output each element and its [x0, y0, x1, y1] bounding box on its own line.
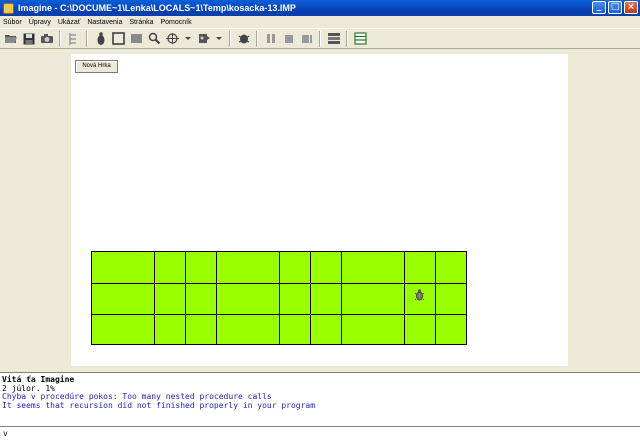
toolbar-separator: [86, 30, 88, 47]
board-row-line: [92, 283, 466, 284]
paint-tool-icon[interactable]: [195, 30, 212, 47]
toolbar-separator: [346, 30, 348, 47]
menu-help[interactable]: Pomocník: [158, 19, 196, 26]
command-input[interactable]: v: [0, 426, 640, 443]
pause-icon[interactable]: [262, 30, 279, 47]
console-error-line: It seems that recursion did not finished…: [2, 400, 316, 410]
console-line: Vitá ťa Imagine: [2, 375, 75, 384]
board-column-line: [435, 252, 436, 344]
turtle-icon[interactable]: [415, 289, 424, 301]
toolbar-separator: [229, 30, 231, 47]
camera-icon[interactable]: [38, 30, 55, 47]
open-folder-icon[interactable]: [2, 30, 19, 47]
board-column-line: [310, 252, 311, 344]
debug-icon[interactable]: [235, 30, 252, 47]
title-bar[interactable]: Imagine - C:\DOCUME~1\Lenka\LOCALS~1\Tem…: [0, 0, 640, 16]
menu-edit[interactable]: Úpravy: [26, 19, 55, 26]
turtle-tool-icon[interactable]: [92, 30, 109, 47]
grid-icon[interactable]: [352, 30, 369, 47]
board-column-line: [154, 252, 155, 344]
close-button[interactable]: ×: [624, 1, 638, 14]
minimize-button[interactable]: _: [592, 1, 606, 14]
stop-icon[interactable]: [280, 30, 297, 47]
app-icon: [3, 2, 14, 14]
chevron-down-icon[interactable]: [182, 30, 194, 47]
maximize-button[interactable]: □: [608, 1, 622, 14]
menu-page[interactable]: Stránka: [126, 19, 157, 26]
layers-icon[interactable]: [325, 30, 342, 47]
new-page-button[interactable]: Nová Hrka: [75, 60, 118, 73]
board-column-line: [404, 252, 405, 344]
window-controls: _ □ ×: [592, 1, 638, 14]
board-column-line: [216, 252, 217, 344]
rectangle-tool-icon[interactable]: [128, 30, 145, 47]
frame-tool-icon[interactable]: [110, 30, 127, 47]
board-column-line: [185, 252, 186, 344]
compass-tool-icon[interactable]: [164, 30, 181, 47]
imagine-window: Imagine - C:\DOCUME~1\Lenka\LOCALS~1\Tem…: [0, 0, 640, 443]
window-title: Imagine - C:\DOCUME~1\Lenka\LOCALS~1\Tem…: [18, 3, 296, 13]
menu-view[interactable]: Ukázať: [55, 19, 84, 26]
menu-settings[interactable]: Nastavenia: [84, 19, 126, 26]
toolbar-separator: [59, 30, 61, 47]
toolbar-separator: [256, 30, 258, 47]
board-column-line: [341, 252, 342, 344]
magnifier-tool-icon[interactable]: [146, 30, 163, 47]
step-icon[interactable]: [65, 30, 82, 47]
chevron-down-icon[interactable]: [213, 30, 225, 47]
board-column-line: [279, 252, 280, 344]
output-console[interactable]: Vitá ťa Imagine 2 júlor. 1% Chyba v proc…: [0, 372, 640, 426]
menu-bar: Súbor Úpravy Ukázať Nastavenia Stránka P…: [0, 16, 640, 28]
board-row-line: [92, 314, 466, 315]
toolbar-separator: [319, 30, 321, 47]
green-board[interactable]: [91, 251, 467, 345]
save-icon[interactable]: [20, 30, 37, 47]
stop-all-icon[interactable]: [298, 30, 315, 47]
toolbar: [0, 28, 640, 49]
menu-file[interactable]: Súbor: [0, 19, 26, 26]
